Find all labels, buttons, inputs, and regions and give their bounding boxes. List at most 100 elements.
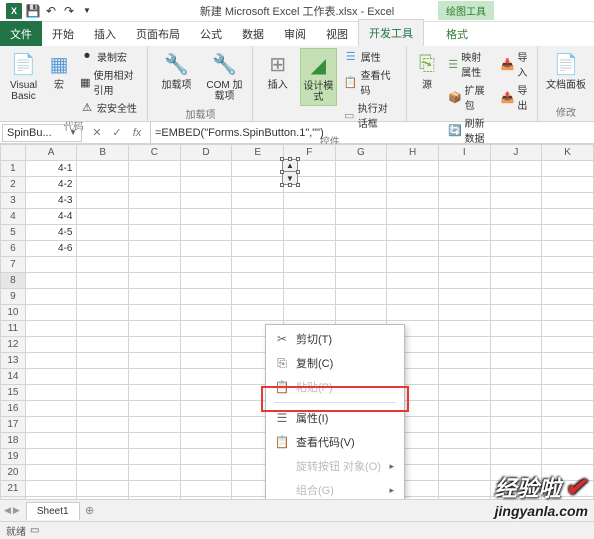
cell[interactable] [25,385,77,401]
cell[interactable] [129,273,181,289]
resize-handle[interactable] [288,157,292,161]
cell[interactable] [77,385,129,401]
cell[interactable] [129,385,181,401]
cell[interactable] [490,225,542,241]
worksheet-grid[interactable]: ABCDEFGHIJK14-124-234-344-454-564-678910… [0,144,594,499]
cell[interactable] [542,241,594,257]
cell[interactable] [542,369,594,385]
cell[interactable] [129,193,181,209]
cell[interactable] [77,289,129,305]
cell[interactable] [25,353,77,369]
row-header[interactable]: 11 [1,321,26,337]
cell[interactable] [129,497,181,500]
cell[interactable] [387,273,439,289]
cell[interactable] [77,257,129,273]
ctx-view-code[interactable]: 📋 查看代码(V) [266,430,404,454]
cell[interactable] [387,161,439,177]
cell[interactable] [180,257,232,273]
cell[interactable] [283,209,335,225]
cell[interactable] [490,209,542,225]
cell[interactable] [335,225,387,241]
cell[interactable] [490,433,542,449]
cell[interactable] [387,289,439,305]
cell[interactable] [180,417,232,433]
tab-format[interactable]: 格式 [436,21,478,46]
cell[interactable] [25,465,77,481]
cell[interactable] [283,289,335,305]
cell[interactable] [490,353,542,369]
cell[interactable] [542,353,594,369]
cell[interactable] [129,177,181,193]
row-header[interactable]: 18 [1,433,26,449]
cell[interactable] [438,417,490,433]
cell[interactable] [283,241,335,257]
cell[interactable]: 4-2 [25,177,77,193]
cell[interactable] [542,193,594,209]
cell[interactable]: 4-5 [25,225,77,241]
cell[interactable] [77,305,129,321]
cell[interactable] [232,177,284,193]
export-button[interactable]: 📤 导出 [498,81,531,113]
cell[interactable] [542,257,594,273]
row-header[interactable]: 17 [1,417,26,433]
cell[interactable] [77,273,129,289]
record-macro-button[interactable]: ⏺ 录制宏 [77,48,141,65]
cell[interactable] [25,273,77,289]
cell[interactable] [180,289,232,305]
cell[interactable] [335,289,387,305]
cell[interactable] [25,449,77,465]
cell[interactable] [25,337,77,353]
cell[interactable] [438,177,490,193]
insert-control-button[interactable]: ⊞ 插入 [259,48,295,93]
cell[interactable] [335,305,387,321]
addins-button[interactable]: 🔧 加载项 [154,48,198,93]
row-header[interactable]: 8 [1,273,26,289]
cell[interactable] [232,193,284,209]
row-header[interactable]: 7 [1,257,26,273]
cell[interactable] [335,161,387,177]
col-header[interactable]: A [25,145,77,161]
expansion-button[interactable]: 📦 扩展包 [445,81,494,113]
cell[interactable] [490,401,542,417]
cell[interactable] [180,497,232,500]
cell[interactable] [77,417,129,433]
row-header[interactable]: 1 [1,161,26,177]
cell[interactable] [438,385,490,401]
sheet-next-icon[interactable]: ▶ [13,505,20,516]
tab-view[interactable]: 视图 [316,21,358,46]
cell[interactable] [542,161,594,177]
row-header[interactable]: 2 [1,177,26,193]
cell[interactable] [387,257,439,273]
cell[interactable] [387,193,439,209]
cell[interactable] [180,321,232,337]
cell[interactable] [77,497,129,500]
cell[interactable] [542,337,594,353]
row-header[interactable]: 20 [1,465,26,481]
cell[interactable] [335,177,387,193]
cell[interactable] [180,193,232,209]
cell[interactable] [25,433,77,449]
cell[interactable] [387,225,439,241]
cell[interactable] [129,449,181,465]
cell[interactable] [490,385,542,401]
cell[interactable] [232,273,284,289]
cell[interactable] [490,449,542,465]
cell[interactable] [77,481,129,497]
sheet-tab-sheet1[interactable]: Sheet1 [26,502,80,520]
cell[interactable] [129,337,181,353]
cell[interactable] [180,481,232,497]
cell[interactable] [438,289,490,305]
cell[interactable]: 4-3 [25,193,77,209]
cell[interactable] [232,289,284,305]
cell[interactable] [490,305,542,321]
visual-basic-button[interactable]: 📄 Visual Basic [6,48,41,104]
cell[interactable] [387,305,439,321]
cell[interactable] [77,161,129,177]
cell[interactable] [77,209,129,225]
resize-handle[interactable] [280,170,284,174]
cell[interactable] [180,177,232,193]
row-header[interactable]: 16 [1,401,26,417]
cell[interactable] [129,209,181,225]
cell[interactable] [180,433,232,449]
tab-developer[interactable]: 开发工具 [358,19,424,46]
